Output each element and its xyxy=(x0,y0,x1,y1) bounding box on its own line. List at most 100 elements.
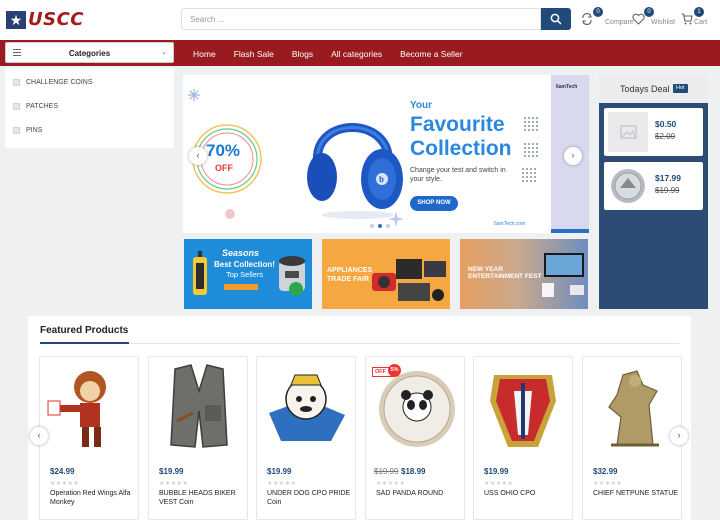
wishlist-label: Wishlist xyxy=(651,19,676,26)
svg-text:b: b xyxy=(379,175,384,184)
products-prev-button[interactable]: ‹ xyxy=(30,427,48,445)
product-card[interactable]: $24.99 ★★★★★ Operation Red Wings Alfa Mo… xyxy=(39,356,139,520)
hero-next-button[interactable]: › xyxy=(564,147,582,165)
product-price: $19.99 xyxy=(267,467,292,476)
category-icon xyxy=(13,127,20,134)
deal-item[interactable]: $17.99 $19.99 xyxy=(604,162,703,210)
product-price: $18.99 xyxy=(401,467,426,476)
product-card[interactable]: $19.99 ★★★★★ UNDER DOG CPO PRIDE Coin xyxy=(256,356,356,520)
snowflake-icon xyxy=(188,89,200,101)
banner-line2: Best Collection! xyxy=(214,260,275,269)
logo[interactable]: ★ USCC xyxy=(6,9,84,30)
slider-dot[interactable] xyxy=(386,224,390,228)
slider-dot-active[interactable] xyxy=(378,224,382,228)
nav-blogs[interactable]: Blogs xyxy=(292,49,313,59)
product-price: $24.99 xyxy=(50,467,75,476)
section-title: Featured Products xyxy=(40,325,129,336)
hero-brand: 6amTech xyxy=(556,84,578,90)
title-underline xyxy=(40,342,129,344)
category-item-challenge-coins[interactable]: CHALLENGE COINS xyxy=(13,79,93,86)
divider xyxy=(40,343,679,344)
rating-stars: ★★★★★ xyxy=(159,481,189,487)
nav-flash-sale[interactable]: Flash Sale xyxy=(234,49,274,59)
category-list: CHALLENGE COINS PATCHES PINS xyxy=(5,68,174,148)
cart-count: 1 xyxy=(694,7,704,17)
cooker-image xyxy=(279,256,305,296)
search-button[interactable] xyxy=(541,8,571,30)
rating-stars: ★★★★★ xyxy=(376,481,406,487)
product-card[interactable]: $19.99 ★★★★★ BUBBLE HEADS BIKER VEST Coi… xyxy=(148,356,248,520)
hot-badge: Hot xyxy=(673,84,688,93)
product-name: BUBBLE HEADS BIKER VEST Coin xyxy=(159,490,236,506)
heart-icon: 0 xyxy=(632,7,654,25)
hero-slider[interactable]: 6amTech 70% OFF b Your Favourite Collect… xyxy=(183,75,589,233)
decor-grid xyxy=(523,142,539,158)
deal-price: $17.99 xyxy=(655,173,681,183)
rating-stars: ★★★★★ xyxy=(484,481,514,487)
product-card[interactable]: OFF 5% $19.99 $18.99 ★★★★★ SAD PANDA ROU… xyxy=(365,356,465,520)
chevron-left-icon: ‹ xyxy=(37,430,41,440)
search-input[interactable]: Search ... xyxy=(181,8,541,30)
hero-off: OFF xyxy=(215,163,233,173)
product-card[interactable]: $32.99 ★★★★★ CHIEF NETPUNE STATUE xyxy=(582,356,682,520)
category-icon xyxy=(13,103,20,110)
shop-now-button[interactable]: SHOP NOW xyxy=(410,196,458,211)
banner-tag xyxy=(224,284,258,290)
banner-line1: APPLIANCES xyxy=(327,267,373,274)
banner-line1: Seasons xyxy=(222,248,260,258)
entertainment-image xyxy=(542,253,584,297)
product-price: $19.99 xyxy=(484,467,509,476)
promo-banner-appliances[interactable]: APPLIANCES TRADE FAIR xyxy=(322,239,450,309)
nav-become-seller[interactable]: Become a Seller xyxy=(400,49,462,59)
headphones-image: b xyxy=(307,123,403,219)
product-image xyxy=(269,374,345,441)
chevron-left-icon: ‹ xyxy=(196,150,200,160)
compare-link[interactable]: 0 Compare xyxy=(581,7,634,26)
product-image xyxy=(490,375,556,447)
wishlist-link[interactable]: 0 Wishlist xyxy=(632,7,676,26)
decor-grid xyxy=(523,116,539,132)
main-nav: Categories ⌄ Home Flash Sale Blogs All c… xyxy=(0,40,720,66)
categories-dropdown[interactable]: Categories ⌄ xyxy=(5,42,174,63)
categories-label: Categories xyxy=(68,49,111,58)
promo-banner-new-year[interactable]: NEW YEAR ENTERTAINMENT FEST xyxy=(460,239,588,309)
search-icon xyxy=(550,13,562,25)
nav-home[interactable]: Home xyxy=(193,49,216,59)
cart-link[interactable]: 1 Cart xyxy=(681,7,707,26)
hero-site: 6amTech.com xyxy=(494,221,526,227)
product-name: SAD PANDA ROUND xyxy=(376,490,444,497)
logo-text: USCC xyxy=(28,9,84,30)
chevron-right-icon: › xyxy=(571,150,575,160)
products-next-button[interactable]: › xyxy=(670,427,688,445)
chevron-down-icon: ⌄ xyxy=(161,49,167,56)
coin-image xyxy=(611,169,645,203)
nav-links: Home Flash Sale Blogs All categories Bec… xyxy=(193,49,463,59)
wishlist-count: 0 xyxy=(644,7,654,17)
nav-all-categories[interactable]: All categories xyxy=(331,49,382,59)
deal-item[interactable]: $0.50 $2.00 xyxy=(604,108,703,156)
category-item-patches[interactable]: PATCHES xyxy=(13,103,58,110)
category-item-pins[interactable]: PINS xyxy=(13,127,42,134)
slider-dots xyxy=(370,224,390,228)
product-image xyxy=(170,364,228,448)
compare-label: Compare xyxy=(605,19,634,26)
chevron-right-icon: › xyxy=(677,430,681,440)
hero-title-line2: Collection xyxy=(410,137,512,160)
promo-banner-seasons[interactable]: Seasons Best Collection! Top Sellers xyxy=(184,239,312,309)
hero-prev-button[interactable]: ‹ xyxy=(189,147,207,165)
deal-old-price: $19.99 xyxy=(655,186,680,195)
hero-subtitle: Change your test and switch in your styl… xyxy=(410,167,506,183)
product-image xyxy=(608,370,659,447)
slider-dot[interactable] xyxy=(370,224,374,228)
product-card[interactable]: $19.99 ★★★★★ USS OHIO CPO xyxy=(473,356,573,520)
category-label: CHALLENGE COINS xyxy=(26,79,93,86)
rating-stars: ★★★★★ xyxy=(50,481,80,487)
banner-line2: TRADE FAIR xyxy=(327,276,369,283)
product-name: Operation Red Wings Alfa Monkey xyxy=(50,490,131,506)
star-icon: ★ xyxy=(6,10,26,29)
decor-dot xyxy=(225,209,235,219)
product-name: USS OHIO CPO xyxy=(484,490,536,497)
discount-percent: 5% xyxy=(388,364,401,377)
todays-deal-header: Todays Deal Hot xyxy=(599,75,708,103)
banner-line1: NEW YEAR xyxy=(468,266,503,273)
